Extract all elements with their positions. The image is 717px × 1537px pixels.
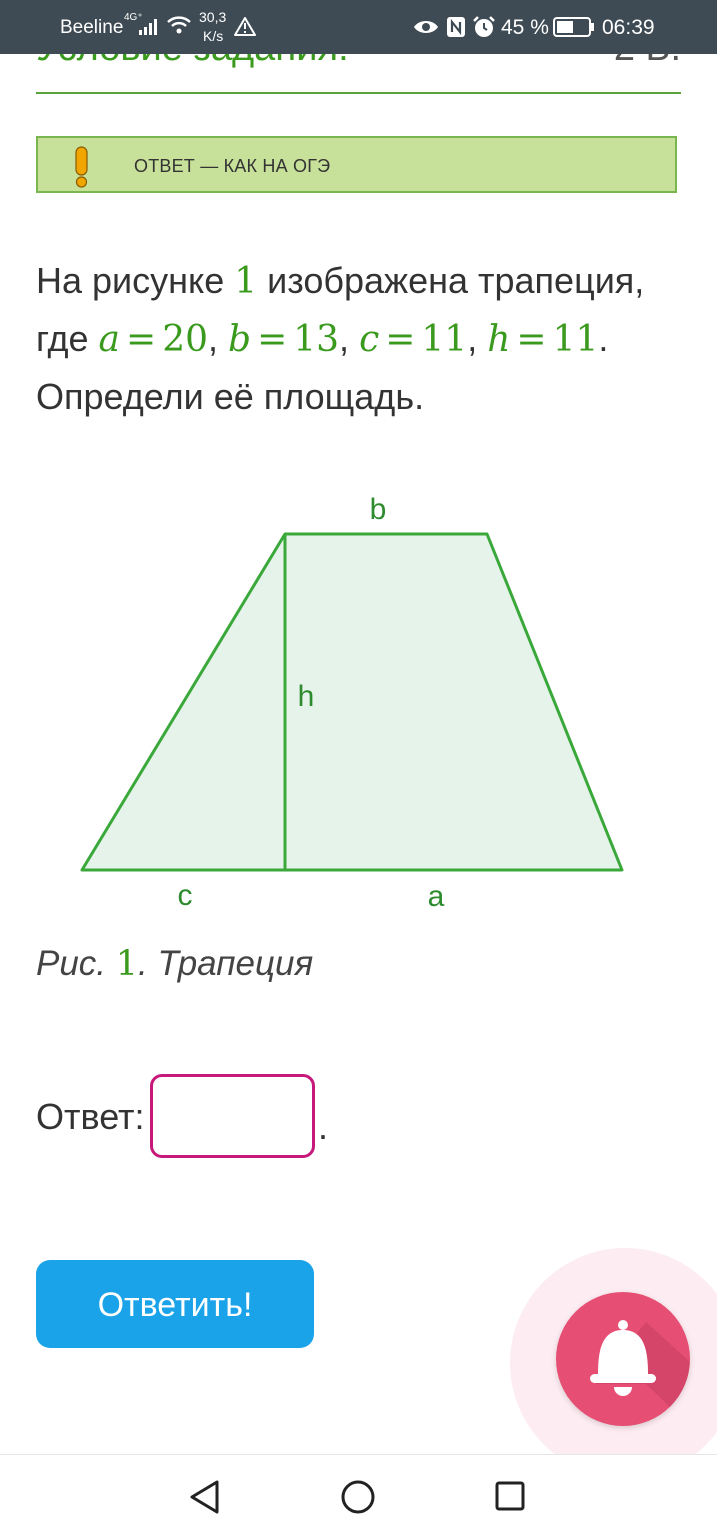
label-b: b [370, 493, 387, 526]
battery-percent: 45 % [501, 16, 549, 39]
label-h: h [298, 680, 315, 713]
system-nav-bar [0, 1454, 717, 1537]
figure-ref: 1 [234, 261, 258, 302]
signal-icon [139, 19, 157, 35]
var-c: c [359, 319, 380, 360]
submit-button[interactable]: Ответить! [36, 1260, 314, 1348]
comma: , [467, 318, 488, 359]
battery-icon [553, 17, 594, 37]
status-bar: Beeline 4G⁺ 30,3 K/s 45 % 06:39 [0, 0, 717, 54]
value-b: 13 [293, 319, 340, 360]
back-icon[interactable] [188, 1479, 222, 1515]
header-divider [36, 92, 681, 94]
var-h: h [487, 319, 511, 360]
clock-time: 06:39 [602, 16, 655, 39]
nfc-icon [447, 17, 465, 37]
equals-sign: = [257, 319, 288, 360]
warning-icon [234, 17, 256, 36]
task-text-part: На рисунке [36, 260, 235, 301]
var-a: a [98, 319, 121, 360]
eye-icon [414, 21, 438, 33]
answer-input[interactable] [150, 1074, 315, 1158]
answer-format-notice: ОТВЕТ — КАК НА ОГЭ [36, 136, 677, 193]
caption-number: 1 [115, 944, 139, 984]
label-a: a [428, 880, 445, 913]
equals-sign: = [126, 319, 157, 360]
figure-caption: Рис. 1. Трапеция [36, 944, 313, 984]
trapezoid-figure: b h c a [80, 493, 624, 913]
value-h: 11 [552, 319, 599, 360]
notice-text: ОТВЕТ — КАК НА ОГЭ [134, 156, 331, 176]
speed-unit: K/s [203, 28, 224, 44]
answer-label: Ответ: [36, 1096, 145, 1137]
comma: , [339, 318, 360, 359]
trapezoid-shape [80, 532, 624, 872]
caption-suffix: . Трапеция [138, 944, 314, 983]
wifi-icon [167, 16, 191, 34]
answer-dot: . [318, 1106, 329, 1147]
recents-icon[interactable] [494, 1480, 526, 1512]
value-a: 20 [162, 319, 208, 360]
var-b: b [228, 319, 252, 360]
carrier-name: Beeline [60, 17, 124, 38]
caption-prefix: Рис. [36, 944, 116, 983]
notification-bell-button[interactable] [556, 1292, 690, 1426]
alarm-icon [473, 16, 495, 37]
task-text: На рисунке 1 изображена трапеция, где a =… [36, 252, 686, 425]
equals-sign: = [385, 319, 416, 360]
exclamation-icon [75, 146, 88, 188]
equals-sign: = [516, 319, 547, 360]
bell-icon [590, 1320, 690, 1426]
comma: , [208, 318, 229, 359]
home-icon[interactable] [340, 1479, 376, 1515]
value-c: 11 [421, 319, 468, 360]
label-c: c [178, 879, 193, 912]
speed-value: 30,3 [199, 9, 227, 25]
